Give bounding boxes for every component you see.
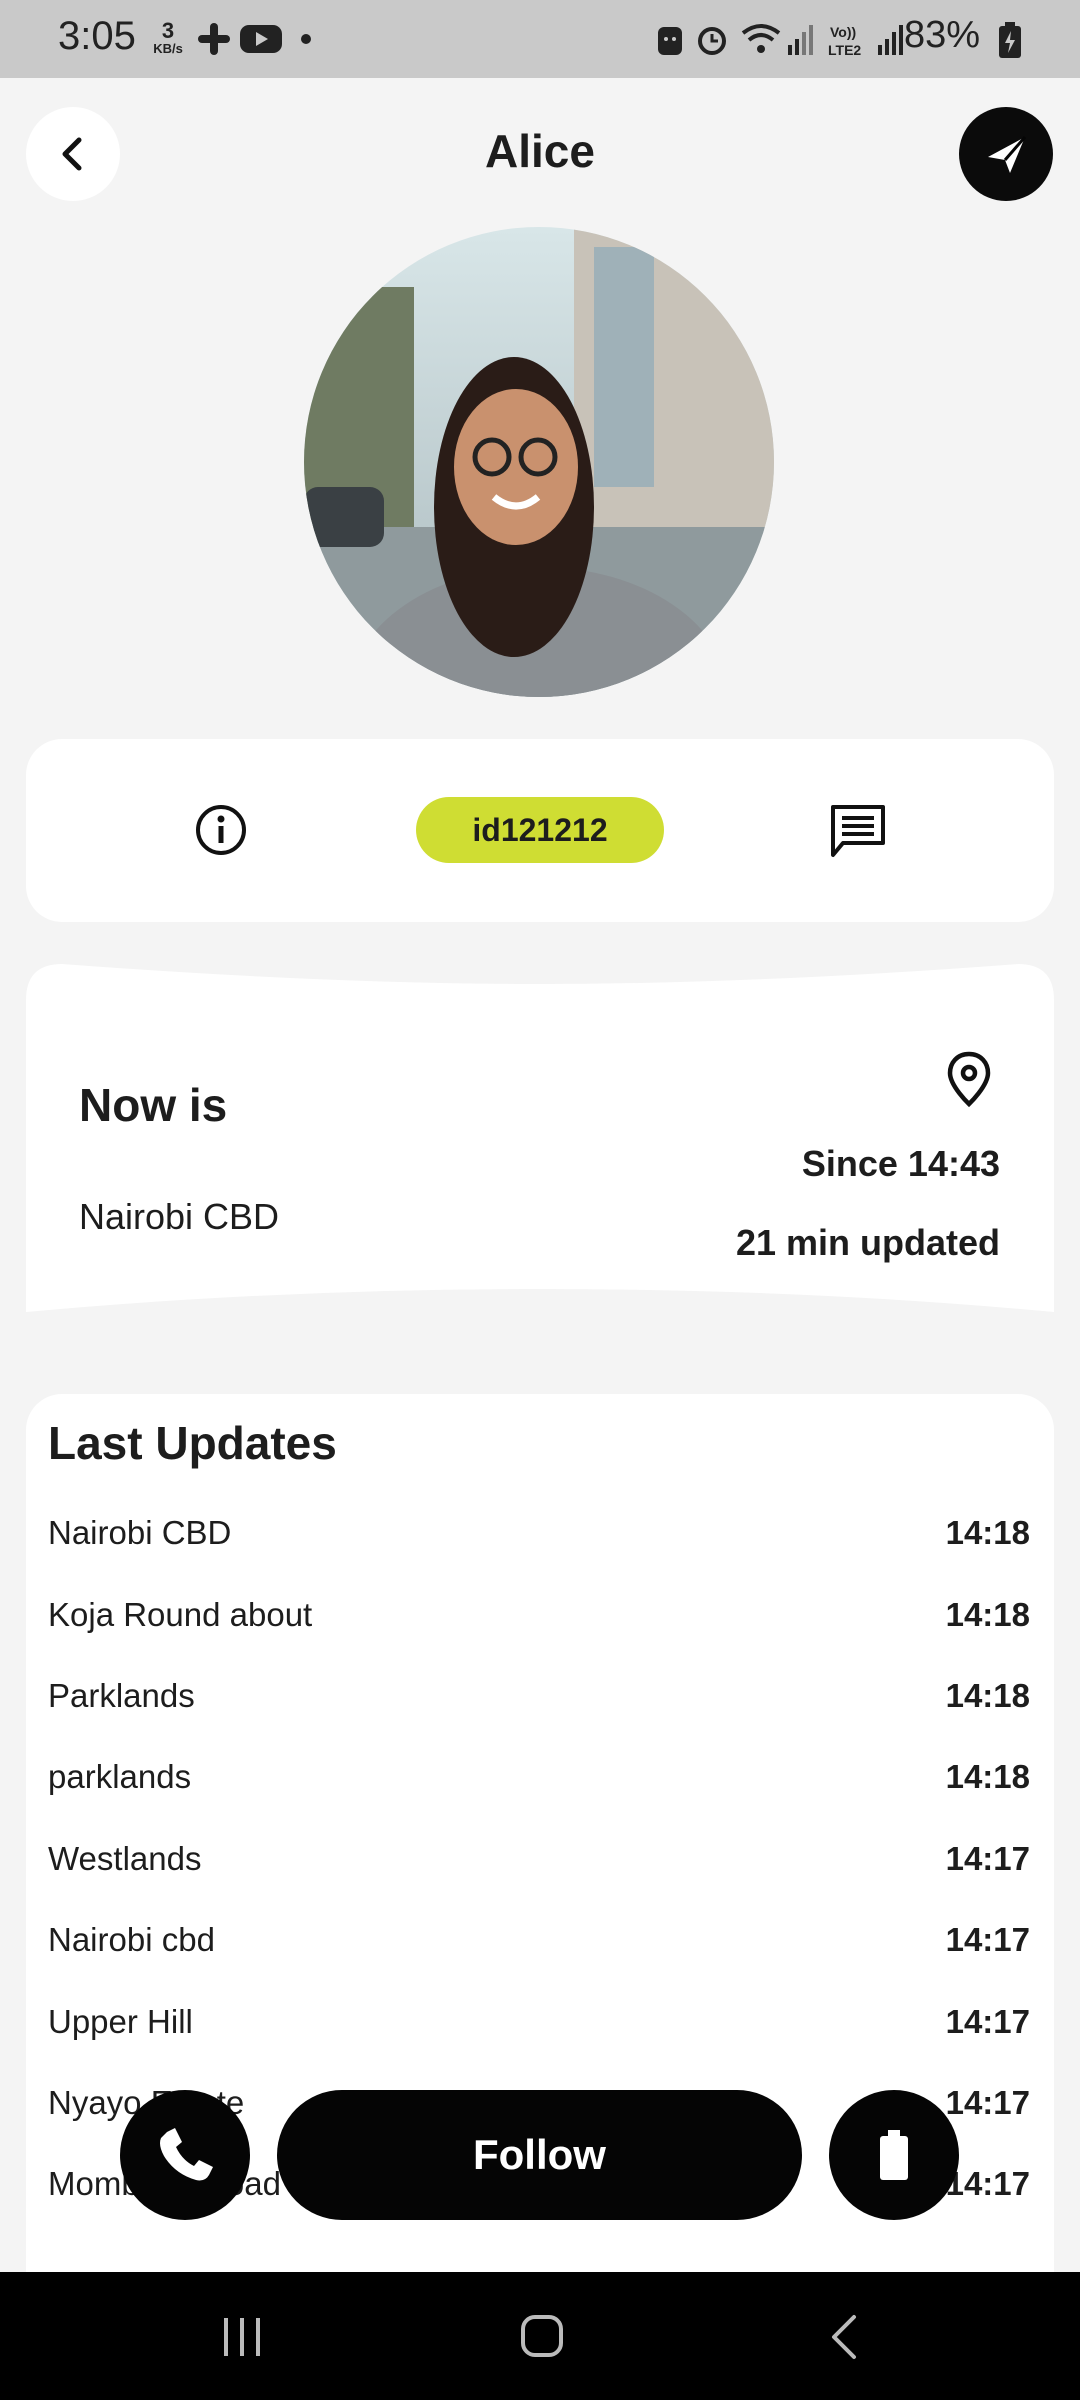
recents-icon[interactable] [220,2316,264,2358]
update-row: parklands 14:18 [48,1758,1030,1818]
update-row: Upper Hill 14:17 [48,2003,1030,2063]
wifi-icon [741,24,781,53]
dot-icon [301,34,311,44]
home-icon[interactable] [520,2314,564,2358]
updated-ago: 21 min updated [735,1222,1000,1263]
update-place: Westlands [48,1840,202,1877]
svg-text:LTE2: LTE2 [828,42,861,58]
update-place: Upper Hill [48,2003,193,2040]
network-speed: 3 KB/s [148,18,188,56]
signal-icon [878,25,903,55]
update-place: Parklands [48,1677,195,1714]
volte-icon: Vo)) LTE2 [828,24,861,58]
update-row: Parklands 14:18 [48,1677,1030,1737]
android-icon [658,27,682,55]
location-pin-icon [947,1051,991,1108]
status-bar: 3:05 3 KB/s Vo)) LTE2 83% [0,0,1080,78]
alarm-icon [698,27,726,55]
battery-icon [880,2130,908,2180]
update-time: 14:18 [945,1514,1030,1551]
phone-icon [160,2128,213,2181]
now-heading: Now is [79,1079,228,1131]
network-speed-value: 3 [161,18,175,43]
avatar [304,227,774,697]
update-row: Koja Round about 14:18 [48,1596,1030,1656]
updates-heading: Last Updates [48,1417,337,1469]
info-icon[interactable] [194,803,248,857]
svg-text:Vo)): Vo)) [830,24,856,40]
status-time: 3:05 [58,14,136,58]
update-place: Nairobi CBD [48,1514,232,1551]
update-time: 14:17 [945,1840,1030,1877]
update-time: 14:18 [945,1758,1030,1795]
battery-percentage: 83% [903,14,980,56]
update-time: 14:18 [945,1677,1030,1714]
current-location: Nairobi CBD [79,1196,280,1237]
update-place: Nairobi cbd [48,1921,215,1958]
since-time: Since 14:43 [801,1143,1000,1184]
update-row: Westlands 14:17 [48,1840,1030,1900]
update-time: 14:17 [945,2003,1030,2040]
battery-button[interactable] [829,2090,959,2220]
follow-button[interactable]: Follow [277,2090,802,2220]
send-button[interactable] [959,107,1053,201]
update-place: parklands [48,1758,192,1795]
call-button[interactable] [120,2090,250,2220]
battery-icon [999,22,1021,58]
profile-photo [304,227,774,697]
network-speed-unit: KB/s [153,41,183,56]
update-place: Koja Round about [48,1596,313,1633]
update-row: Nairobi cbd 14:17 [48,1921,1030,1981]
navigation-bar [0,2272,1080,2400]
slack-icon [198,23,230,55]
user-id-badge: id121212 [416,797,664,863]
back-nav-icon[interactable] [828,2314,860,2360]
page-title: Alice [485,125,595,177]
signal-icon [788,25,813,55]
update-row: Nairobi CBD 14:18 [48,1514,1030,1574]
send-icon [988,136,1027,173]
message-icon[interactable] [829,803,887,859]
youtube-icon [240,25,282,53]
update-time: 14:18 [945,1596,1030,1633]
update-time: 14:17 [945,1921,1030,1958]
